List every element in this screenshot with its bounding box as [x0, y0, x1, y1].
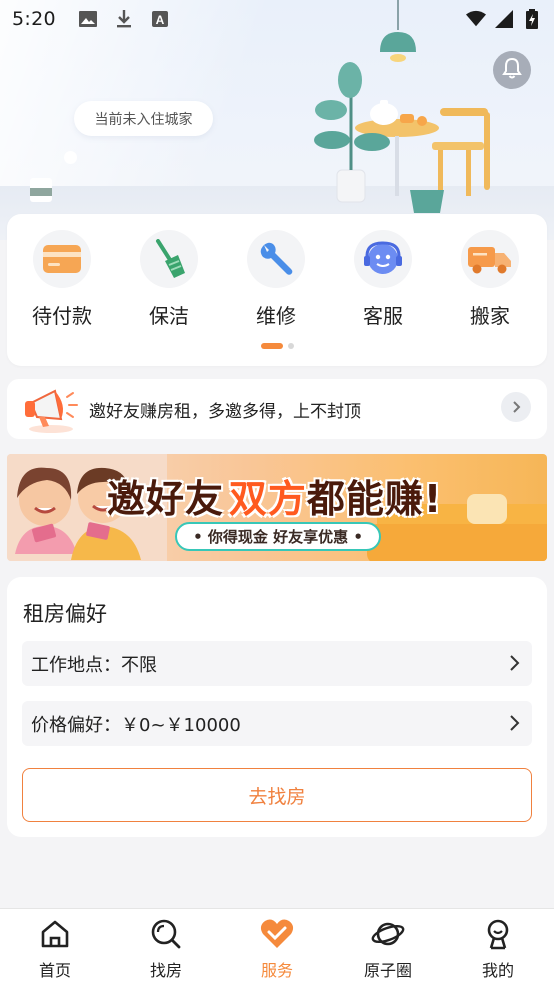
tab-label: 服务	[260, 961, 293, 980]
bell-icon	[501, 57, 523, 83]
headset-icon	[354, 230, 412, 288]
notification-button[interactable]	[493, 51, 531, 89]
banner-subtitle: • 你得现金 好友享优惠 •	[175, 522, 381, 551]
invite-promo-banner[interactable]: 邀好友 双方都能赚! • 你得现金 好友享优惠 •	[7, 454, 547, 561]
service-moving[interactable]: 搬家	[445, 230, 535, 329]
status-time: 5:20	[12, 8, 56, 30]
work-location-value: 不限	[121, 654, 157, 676]
megaphone-icon	[21, 383, 81, 435]
bottom-tab-bar: 首页 找房 服务 原子圈 我的	[0, 908, 554, 984]
banner-title-highlight: 双方	[228, 477, 307, 521]
tab-home[interactable]: 首页	[15, 917, 95, 981]
service-card: 待付款 保洁 维修 客服 搬家	[7, 214, 547, 366]
banner-title-part2: 都能赚!	[306, 477, 443, 521]
pager-dot	[287, 343, 294, 349]
pager-dot-active	[260, 343, 283, 349]
service-label: 待付款	[32, 304, 92, 328]
pref-title: 租房偏好	[23, 602, 107, 626]
service-pager	[7, 343, 547, 349]
user-icon	[481, 917, 515, 951]
chevron-right-icon[interactable]	[501, 392, 531, 422]
price-value: ￥0~￥10000	[121, 714, 241, 736]
price-preference-row[interactable]: 价格偏好： ￥0~￥10000	[22, 701, 532, 746]
service-pending-payment[interactable]: 待付款	[17, 230, 107, 329]
card-icon	[33, 230, 91, 288]
find-house-button[interactable]: 去找房	[22, 768, 532, 822]
wrench-icon	[247, 230, 305, 288]
tab-label: 原子圈	[363, 961, 412, 980]
service-label: 客服	[363, 304, 403, 328]
city-status-bubble[interactable]: 当前未入住城家	[74, 101, 213, 136]
chevron-right-icon	[504, 653, 524, 673]
svg-text:A: A	[156, 13, 165, 27]
heart-service-icon	[260, 917, 294, 951]
battery-charging-icon	[522, 9, 542, 29]
wifi-icon	[466, 9, 486, 29]
invite-friends-bar[interactable]: 邀好友赚房租，多邀多得，上不封顶	[7, 379, 547, 439]
chevron-right-icon	[504, 713, 524, 733]
service-customer-support[interactable]: 客服	[338, 230, 428, 329]
status-bar: 5:20 A	[0, 0, 554, 38]
price-label: 价格偏好：	[31, 714, 121, 736]
tab-atom-circle[interactable]: 原子圈	[348, 917, 428, 981]
truck-icon	[461, 230, 519, 288]
search-icon	[149, 917, 183, 951]
banner-title-part1: 邀好友	[107, 477, 225, 521]
service-label: 保洁	[149, 304, 189, 328]
work-location-row[interactable]: 工作地点： 不限	[22, 641, 532, 686]
tab-label: 我的	[481, 961, 514, 980]
service-cleaning[interactable]: 保洁	[124, 230, 214, 329]
tab-services[interactable]: 服务	[237, 917, 317, 981]
rental-preference-card: 租房偏好 工作地点： 不限 价格偏好： ￥0~￥10000 去找房	[7, 577, 547, 837]
download-icon	[114, 9, 134, 29]
invite-text: 邀好友赚房租，多邀多得，上不封顶	[89, 402, 361, 422]
work-location-label: 工作地点：	[31, 654, 121, 676]
bubble-tail	[64, 151, 77, 164]
service-label: 搬家	[470, 304, 510, 328]
home-icon	[38, 917, 72, 951]
broom-icon	[140, 230, 198, 288]
service-label: 维修	[256, 304, 296, 328]
tab-label: 找房	[149, 961, 182, 980]
banner-title: 邀好友 双方都能赚!	[107, 468, 442, 523]
tab-find-house[interactable]: 找房	[126, 917, 206, 981]
a-text-icon: A	[150, 9, 170, 29]
signal-icon	[494, 9, 514, 29]
planet-icon	[371, 917, 405, 951]
service-repair[interactable]: 维修	[231, 230, 321, 329]
image-icon	[78, 9, 98, 29]
tab-label: 首页	[38, 961, 71, 980]
tab-mine[interactable]: 我的	[458, 917, 538, 981]
